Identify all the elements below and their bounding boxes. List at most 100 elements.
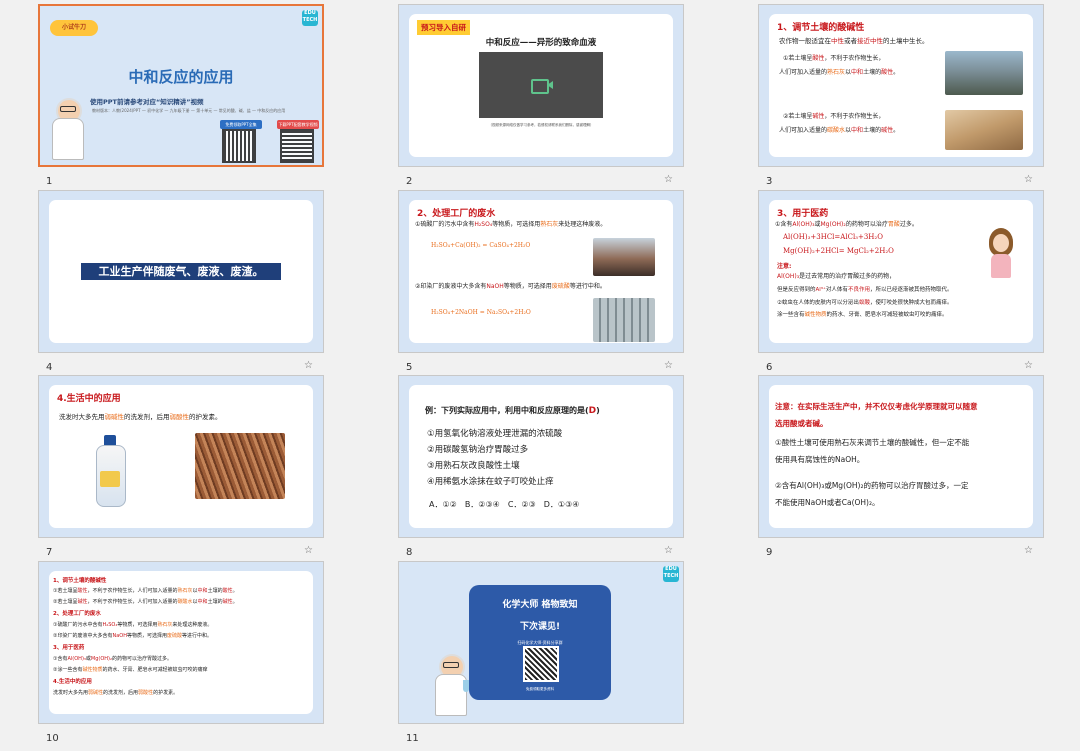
text-line: ②含有Al(OH)₃或Mg(OH)₂的药物可以治疗胃酸过多，一定 [775,481,969,490]
slide-thumbnail-8[interactable]: 例：下列实际应用中，利用中和反应原理的是(D) ①用氢氧化钠溶液处理泄漏的浓硫酸… [398,375,684,560]
slide-thumbnail-4[interactable]: 工业生产伴随废气、废液、废渣。 4 ☆ [38,190,324,375]
star-icon[interactable]: ☆ [664,360,673,371]
equation: Al(OH)₃+3HCl=AlCl₃+3H₂O [783,233,883,241]
equation: H₂SO₄+Ca(OH)₂ = CaSO₄+2H₂O [431,242,531,249]
farewell-card: 化学大师 格物致知 下次课见! 扫码化学大师·资料分享群 免费领取更多资料 [469,585,611,700]
slide-title: 中和反应——异形的致命血液 [485,38,597,48]
star-icon[interactable]: ☆ [304,545,313,556]
farewell-title: 化学大师 格物致知 [502,600,578,610]
qr-code-icon [280,129,314,163]
get-ppt-button[interactable]: 免费领取PPT全集 [220,120,262,129]
slide-content: 注意：在实际生活生产中，并不仅仅考虑化学原理就可以随意 选用酸或者碱。 ①酸性土… [769,385,1033,528]
video-player[interactable] [479,52,603,118]
slide-number: 1 [46,176,53,187]
option-line: ③用熟石灰改良酸性土壤 [427,461,520,471]
text-line: ②若土壤呈碱性，不利于农作物生长， [783,113,885,120]
slide-content: 工业生产伴随废气、废液、废渣。 [49,200,313,343]
scientist-mascot-icon [429,654,469,720]
slide-frame: 例：下列实际应用中，利用中和反应原理的是(D) ①用氢氧化钠溶液处理泄漏的浓硫酸… [398,375,684,538]
slide-content: 1、调节土壤的酸碱性 ①若土壤呈酸性，不利于农作物生长，人们可加入适量的熟石灰以… [49,571,313,714]
slide-thumbnail-3[interactable]: 1、调节土壤的酸碱性 农作物一般适宜在中性或者接近中性的土壤中生长。 ①若土壤呈… [758,4,1044,189]
option-line: ②用碳酸氢钠治疗胃酸过多 [427,445,529,455]
slide-content: 3、用于医药 ①含有Al(OH)₃或Mg(OH)₂的药物可以治疗胃酸过多。 Al… [769,200,1033,343]
slide-thumbnail-1[interactable]: 小试牛刀 EDU TECH 中和反应的应用 使用PPT前请参考对应“知识精讲”视… [38,4,324,189]
text-line: 人们可加入适量的碳酸水以中和土壤的碱性。 [779,127,900,134]
slide-thumbnail-10[interactable]: 1、调节土壤的酸碱性 ①若土壤呈酸性，不利于农作物生长，人们可加入适量的熟石灰以… [38,561,324,746]
slide-number: 8 [406,547,413,558]
equation: Mg(OH)₂+2HCl= MgCl₂+2H₂O [783,247,894,255]
text-line: 人们可加入适量的熟石灰以中和土壤的酸性。 [779,69,900,76]
slide-content: 1、调节土壤的酸碱性 农作物一般适宜在中性或者接近中性的土壤中生长。 ①若土壤呈… [769,14,1033,157]
soil-photo [945,110,1023,150]
edu-logo-icon: EDU TECH [663,566,679,582]
qr-code-icon [222,129,256,163]
video-caption: （视频来源网络仅做学习参考，若侵权请联系我们删除，感谢理解） [488,123,594,127]
option-line: ①用氢氧化钠溶液处理泄漏的浓硫酸 [427,429,563,439]
preview-tag: 预习导入自研 [417,20,470,35]
star-icon[interactable]: ☆ [664,545,673,556]
star-icon[interactable]: ☆ [1024,360,1033,371]
text-line: ①若土壤呈酸性，不利于农作物生长， [783,55,885,62]
slide-frame: 预习导入自研 中和反应——异形的致命血液 （视频来源网络仅做学习参考，若侵权请联… [398,4,684,167]
forest-photo [945,51,1023,95]
slide-frame: 1、调节土壤的酸碱性 ①若土壤呈酸性，不利于农作物生长，人们可加入适量的熟石灰以… [38,561,324,724]
text-line: ②印染厂的废液中大多含有NaOH等物质，可选择用废硫酸等进行中和。 [415,283,606,290]
slide-frame: EDU TECH 化学大师 格物致知 下次课见! 扫码化学大师·资料分享群 免费… [398,561,684,724]
text-line: ①硫酸厂的污水中含有H₂SO₄等物质，可选择用熟石灰来处理这种废液。 [415,221,607,228]
slide-number: 6 [766,362,773,373]
star-icon[interactable]: ☆ [1024,545,1033,556]
slide-number: 10 [46,733,59,744]
slide-heading: 1、调节土壤的酸碱性 [777,23,865,33]
text-line: ①硫酸厂的污水中含有H₂SO₄等物质，可选择用熟石灰来处理这种废液。 [53,622,213,628]
slide-frame: 工业生产伴随废气、废液、废渣。 [38,190,324,353]
slide-frame: 注意：在实际生活生产中，并不仅仅考虑化学原理就可以随意 选用酸或者碱。 ①酸性土… [758,375,1044,538]
text-line: ②蚊虫在人体的皮肤内可以分泌出蚁酸，使叮咬处很快肿成大包而痛痒。 [777,300,953,306]
text-line: 使用具有腐蚀性的NaOH。 [775,455,865,464]
edu-logo-icon: EDU TECH [302,10,318,26]
text-line: ①含有Al(OH)₃或Mg(OH)₂的药物可以治疗胃酸过多。 [775,221,918,228]
farewell-subtitle: 下次课见! [519,622,561,632]
note-line: 注意：在实际生活生产中，并不仅仅考虑化学原理就可以随意 [775,402,978,411]
equation: H₂SO₄+2NaOH = Na₂SO₄+2H₂O [431,309,531,316]
slide-content: 2、处理工厂的废水 ①硫酸厂的污水中含有H₂SO₄等物质，可选择用熟石灰来处理这… [409,200,673,343]
slide-thumbnail-2[interactable]: 预习导入自研 中和反应——异形的致命血液 （视频来源网络仅做学习参考，若侵权请联… [398,4,684,189]
slide-subtitle: 使用PPT前请参考对应“知识精讲”视频 [90,98,204,106]
summary-heading: 1、调节土壤的酸碱性 [53,578,107,584]
option-line: ④用稀氨水涂抹在蚊子叮咬处止痒 [427,477,554,487]
star-icon[interactable]: ☆ [664,174,673,185]
slide-meta: 教材版本：人教(2024)PPT — 初中化学 — 九年级下册 — 第十单元 —… [92,108,286,113]
text-line: 洗发时大多先用弱碱性的洗发剂，后用弱酸性的护发素。 [59,413,222,421]
slide-number: 9 [766,547,773,558]
wastewater-plant-photo [593,298,655,342]
hair-photo [195,433,285,499]
slide-frame: 2、处理工厂的废水 ①硫酸厂的污水中含有H₂SO₄等物质，可选择用熟石灰来处理这… [398,190,684,353]
slide-thumbnail-6[interactable]: 3、用于医药 ①含有Al(OH)₃或Mg(OH)₂的药物可以治疗胃酸过多。 Al… [758,190,1044,375]
question-text: 例：下列实际应用中，利用中和反应原理的是(D) [425,406,600,416]
download-video-button[interactable]: 下载PPT配套教学视频 [277,120,319,129]
text-line: ①酸性土壤可使用熟石灰来调节土壤的酸碱性，但一定不能 [775,438,970,447]
slide-thumbnail-9[interactable]: 注意：在实际生活生产中，并不仅仅考虑化学原理就可以随意 选用酸或者碱。 ①酸性土… [758,375,1044,560]
slide-thumbnail-11[interactable]: EDU TECH 化学大师 格物致知 下次课见! 扫码化学大师·资料分享群 免费… [398,561,684,746]
text-line: 农作物一般适宜在中性或者接近中性的土壤中生长。 [779,37,929,45]
slide-content: 例：下列实际应用中，利用中和反应原理的是(D) ①用氢氧化钠溶液处理泄漏的浓硫酸… [409,385,673,528]
slide-content: 预习导入自研 中和反应——异形的致命血液 （视频来源网络仅做学习参考，若侵权请联… [409,14,673,157]
star-icon[interactable]: ☆ [304,360,313,371]
slide-number: 11 [406,733,419,744]
slide-heading: 4.生活中的应用 [57,394,121,404]
star-icon[interactable]: ☆ [1024,174,1033,185]
slide-heading: 2、处理工厂的废水 [417,209,496,219]
slide-frame: 3、用于医药 ①含有Al(OH)₃或Mg(OH)₂的药物可以治疗胃酸过多。 Al… [758,190,1044,353]
text-line: ②涂一些含有碱性物质的药水、牙膏、肥皂水可减轻被蚊虫叮咬的痛痒 [53,667,208,673]
note-label: 注意: [777,263,792,270]
summary-heading: 3、用于医药 [53,645,85,651]
text-line: ①含有Al(OH)₃或Mg(OH)₂的药物可以治疗胃酸过多。 [53,656,173,662]
qr-caption: 免费领取更多资料 [526,687,554,691]
girl-cartoon-icon [981,228,1025,278]
slide-number: 2 [406,176,413,187]
shampoo-bottle-icon [94,435,126,507]
slide-thumbnail-7[interactable]: 4.生活中的应用 洗发时大多先用弱碱性的洗发剂，后用弱酸性的护发素。 7 ☆ [38,375,324,560]
text-line: 不能使用NaOH或者Ca(OH)₂。 [775,498,880,507]
slide-thumbnail-5[interactable]: 2、处理工厂的废水 ①硫酸厂的污水中含有H₂SO₄等物质，可选择用熟石灰来处理这… [398,190,684,375]
slide-heading: 3、用于医药 [777,209,829,219]
summary-heading: 4.生活中的应用 [53,679,92,685]
